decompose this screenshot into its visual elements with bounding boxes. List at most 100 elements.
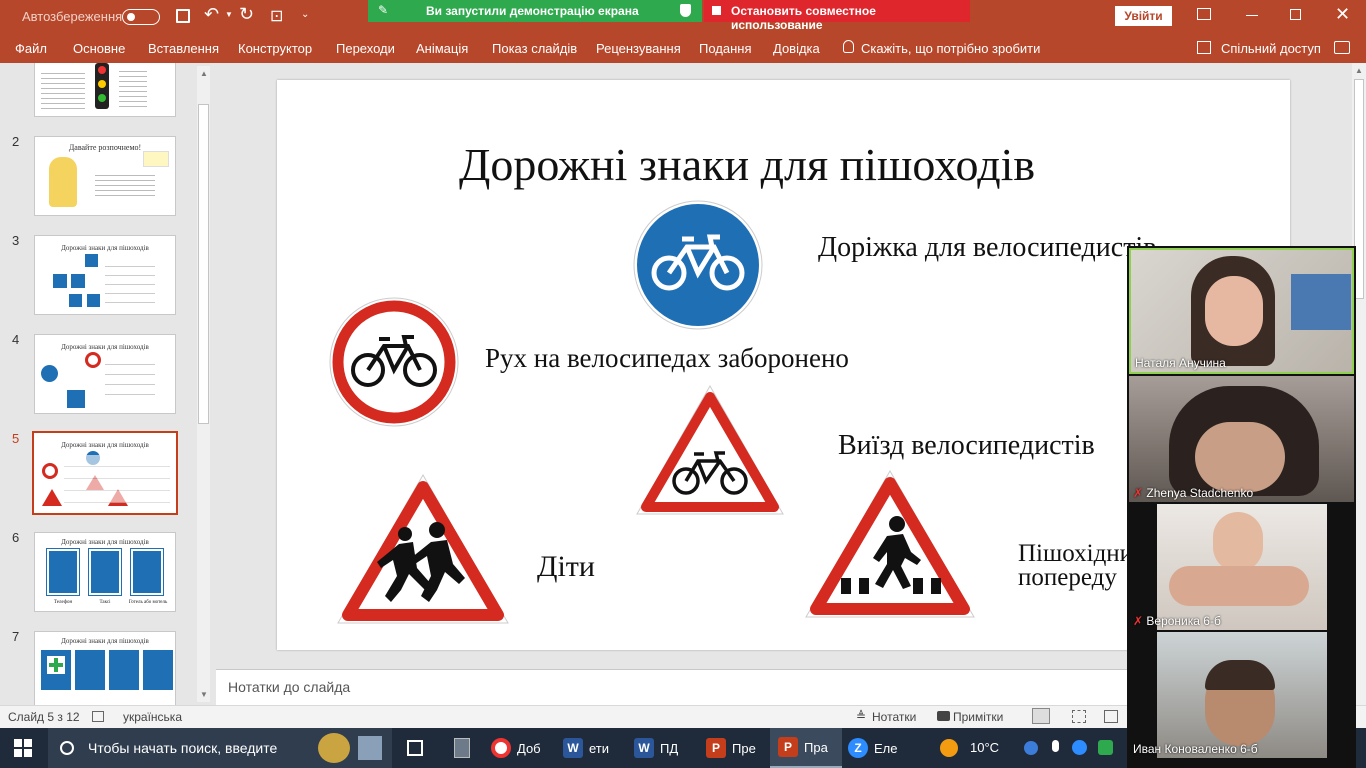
participant-name: Иван Коноваленко 6-б (1133, 742, 1258, 756)
tab-animations[interactable]: Анімація (416, 41, 468, 56)
search-icon (60, 741, 74, 755)
tab-design[interactable]: Конструктор (238, 41, 312, 56)
close-icon[interactable]: ✕ (1335, 4, 1350, 25)
bike-path-label[interactable]: Доріжка для велосипедистів (818, 232, 1156, 264)
thumbnail-slide-7[interactable]: Дорожні знаки для пішоходів (34, 631, 176, 705)
taskbar-app-word-2[interactable]: W ПД (634, 728, 678, 768)
restore-icon[interactable] (1290, 9, 1301, 20)
thumbnail-number: 6 (12, 530, 20, 545)
cyclists-crossing-sign[interactable] (634, 383, 786, 517)
scroll-up-icon[interactable]: ▲ (1355, 66, 1363, 75)
tab-slideshow[interactable]: Показ слайдів (492, 41, 577, 56)
comments-icon[interactable] (1334, 41, 1350, 54)
thumb-text-lines (105, 258, 155, 303)
language-status[interactable]: українська (123, 710, 182, 724)
thumbnail-slide-6[interactable]: Дорожні знаки для пішоходів Телефон Такс… (34, 532, 176, 612)
slide-sorter-icon[interactable] (1072, 710, 1086, 723)
zoom-tray-icon[interactable] (1072, 740, 1087, 755)
network-icon[interactable] (1024, 741, 1038, 755)
scroll-down-icon[interactable]: ▼ (200, 690, 208, 699)
comments-icon[interactable] (937, 711, 950, 721)
present-icon[interactable]: ⊡ (270, 6, 283, 26)
search-highlight-image (358, 736, 382, 760)
notes-toggle[interactable]: Нотатки (872, 710, 916, 724)
scrollbar-thumb[interactable] (198, 104, 209, 424)
share-button[interactable]: Спільний доступ (1221, 41, 1321, 56)
tell-me-search[interactable]: Скажіть, що потрібно зробити (861, 41, 1040, 56)
taskbar-app-chrome[interactable]: Доб (491, 728, 541, 768)
thumbnail-slide-3[interactable]: Дорожні знаки для пішоходів (34, 235, 176, 315)
thumb-sign (71, 274, 85, 288)
signin-button[interactable]: Увійти (1115, 6, 1172, 26)
autosave-toggle[interactable] (122, 9, 160, 25)
video-participants-panel: Наталя Анучина ✗ Zhenya Stadchenko ✗ Вер… (1127, 246, 1356, 768)
video-tile-1[interactable]: Наталя Анучина (1129, 248, 1354, 374)
taskbar-search[interactable]: Чтобы начать поиск, введите (48, 728, 392, 768)
pin-icon[interactable]: ✎ (378, 3, 388, 17)
slide-thumbnails-pane: 2 Давайте розпочнемо! 3 Дорожні знаки дл… (0, 63, 213, 705)
redo-icon[interactable]: ↻ (239, 4, 254, 25)
search-highlight-image (318, 733, 350, 763)
cyclists-exit-label[interactable]: Виїзд велосипедистів (838, 430, 1095, 462)
tab-transitions[interactable]: Переходи (336, 41, 395, 56)
microphone-icon[interactable] (1052, 740, 1059, 752)
no-bicycles-label[interactable]: Рух на велосипедах заборонено (485, 343, 849, 374)
normal-view-icon[interactable] (1032, 708, 1050, 724)
save-icon[interactable] (176, 9, 190, 23)
tab-file[interactable]: Файл (15, 41, 47, 56)
thumb-text-lines (119, 67, 147, 107)
stop-share-button[interactable]: Остановить совместное использование (704, 0, 970, 32)
tab-insert[interactable]: Вставлення (148, 41, 219, 56)
spellcheck-icon[interactable] (92, 711, 104, 722)
notes-icon[interactable]: ≜ (856, 709, 866, 723)
ribbon-display-icon[interactable] (1197, 8, 1211, 20)
participant-name: Наталя Анучина (1135, 356, 1226, 370)
tab-help[interactable]: Довідка (773, 41, 820, 56)
video-tile-2[interactable]: ✗ Zhenya Stadchenko (1129, 376, 1354, 502)
weather-icon[interactable] (940, 739, 958, 757)
pedestrian-crossing-sign[interactable] (803, 468, 977, 620)
temperature[interactable]: 10°C (970, 740, 999, 755)
thumbnail-number: 7 (12, 629, 20, 644)
video-tile-3[interactable]: ✗ Вероника 6-б (1129, 504, 1354, 630)
share-icon[interactable] (1197, 41, 1211, 54)
slide-counter: Слайд 5 з 12 (8, 710, 80, 724)
children-sign[interactable] (335, 472, 511, 626)
children-label[interactable]: Діти (537, 550, 595, 584)
start-button[interactable] (14, 728, 32, 768)
minimize-icon[interactable] (1246, 15, 1258, 16)
thumbnail-slide-5[interactable]: Дорожні знаки для пішоходів (32, 431, 178, 515)
slide-title[interactable]: Дорожні знаки для пішоходів (459, 138, 1035, 191)
muted-mic-icon: ✗ (1133, 486, 1144, 500)
thumbnail-slide-4[interactable]: Дорожні знаки для пішоходів (34, 334, 176, 414)
thumbnail-slide-2[interactable]: Давайте розпочнемо! (34, 136, 176, 216)
thumb-sign (109, 650, 139, 690)
ribbon-tabs: Файл Основне Вставлення Конструктор Пере… (0, 33, 1366, 63)
tab-review[interactable]: Рецензування (596, 41, 681, 56)
undo-dropdown-icon[interactable]: ▼ (225, 10, 233, 19)
notes-placeholder[interactable]: Нотатки до слайда (228, 679, 350, 695)
task-view-icon[interactable] (407, 740, 423, 756)
taskbar-app-label: Пре (732, 740, 756, 756)
thumbnail-slide-1[interactable] (34, 63, 176, 117)
scroll-up-icon[interactable]: ▲ (200, 69, 208, 78)
reading-view-icon[interactable] (1104, 710, 1118, 723)
tab-view[interactable]: Подання (699, 41, 752, 56)
customize-icon[interactable]: ⌄ (301, 9, 309, 20)
thumbnails-scrollbar[interactable]: ▲ ▼ (197, 66, 210, 702)
taskbar-app-zoom[interactable]: Z Еле (848, 728, 898, 768)
thumb-title: Дорожні знаки для пішоходів (61, 538, 149, 546)
participant-video (1169, 566, 1309, 606)
participant-video (1195, 422, 1285, 492)
calculator-icon[interactable] (454, 738, 470, 758)
tray-app-icon[interactable] (1098, 740, 1113, 755)
comments-toggle[interactable]: Примітки (953, 710, 1003, 724)
taskbar-app-powerpoint-1[interactable]: P Пре (706, 728, 756, 768)
undo-icon[interactable]: ↶ (204, 4, 219, 25)
bike-path-sign[interactable] (632, 199, 764, 331)
tab-home[interactable]: Основне (73, 41, 125, 56)
taskbar-app-word-1[interactable]: Wети (563, 728, 609, 768)
no-bicycles-sign[interactable] (328, 296, 460, 428)
video-tile-4[interactable]: Иван Коноваленко 6-б (1129, 632, 1354, 758)
taskbar-app-powerpoint-2[interactable]: P Пра (770, 728, 842, 768)
